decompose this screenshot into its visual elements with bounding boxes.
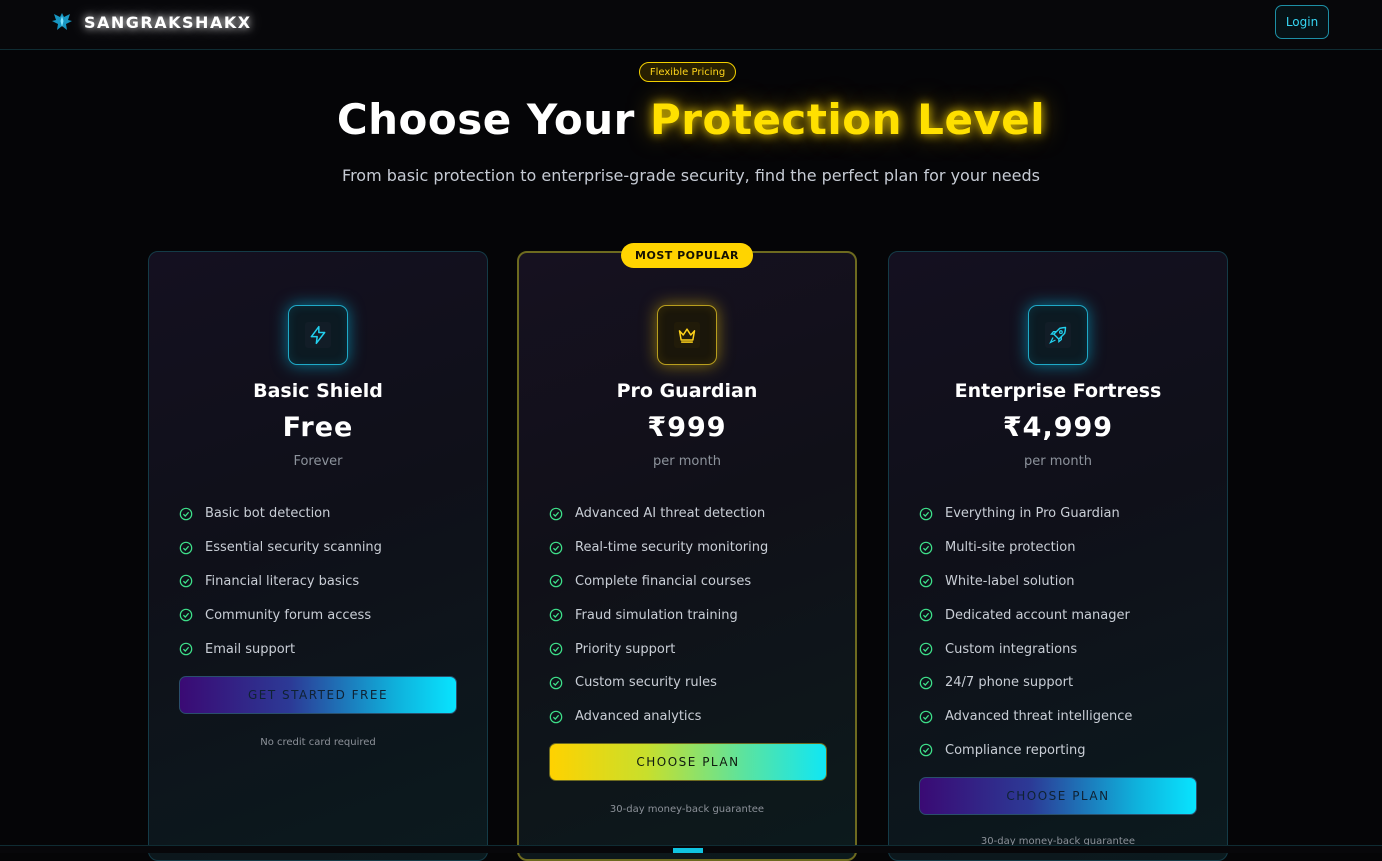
check-circle-icon <box>549 642 563 656</box>
plan-card-basic-shield: Basic Shield Free Forever Basic bot dete… <box>148 251 488 861</box>
lightning-icon <box>310 325 326 345</box>
plan-name: Pro Guardian <box>616 380 758 402</box>
plan-card-pro-guardian: MOST POPULAR Pro Guardian ₹999 per month… <box>517 243 857 861</box>
plan-period: per month <box>653 454 721 469</box>
plan-card-enterprise-fortress: Enterprise Fortress ₹4,999 per month Eve… <box>888 251 1228 861</box>
plan-price: ₹4,999 <box>1002 412 1114 443</box>
check-circle-icon <box>549 541 563 554</box>
plan-period: per month <box>1024 454 1092 469</box>
feature-item: Basic bot detection <box>179 497 467 531</box>
feature-text: Dedicated account manager <box>945 607 1130 623</box>
feature-item: Custom security rules <box>549 666 835 700</box>
feature-item: Essential security scanning <box>179 531 467 565</box>
plan-price: ₹999 <box>647 412 727 443</box>
choose-plan-enterprise-button[interactable]: CHOOSE PLAN <box>919 777 1197 815</box>
feature-text: Everything in Pro Guardian <box>945 506 1120 522</box>
page-title: Choose Your Protection Level <box>0 92 1382 148</box>
feature-item: Custom integrations <box>919 632 1207 666</box>
feature-item: Advanced threat intelligence <box>919 700 1207 734</box>
login-button[interactable]: Login <box>1275 5 1329 39</box>
check-circle-icon <box>549 676 563 690</box>
plan-name: Basic Shield <box>253 380 383 402</box>
check-circle-icon <box>549 710 563 723</box>
cta-note: 30-day money-back guarantee <box>609 804 765 815</box>
feature-text: Multi-site protection <box>945 540 1076 556</box>
get-started-free-button[interactable]: GET STARTED FREE <box>179 676 457 714</box>
feature-text: Email support <box>205 641 296 657</box>
plan-period: Forever <box>293 454 343 469</box>
feature-item: Compliance reporting <box>919 734 1207 768</box>
feature-text: Essential security scanning <box>205 540 382 556</box>
feature-list: Basic bot detection Essential security s… <box>179 497 467 666</box>
feature-text: Fraud simulation training <box>575 607 738 623</box>
feature-item: White-label solution <box>919 565 1207 599</box>
feature-list: Advanced AI threat detection Real-time s… <box>549 497 835 734</box>
check-circle-icon <box>919 744 933 757</box>
feature-text: Advanced AI threat detection <box>575 506 766 522</box>
feature-text: Financial literacy basics <box>205 573 360 589</box>
check-circle-icon <box>549 608 563 622</box>
feature-item: Fraud simulation training <box>549 598 835 632</box>
phoenix-logo-icon <box>52 13 72 30</box>
check-circle-icon <box>919 676 933 690</box>
check-circle-icon <box>179 642 193 656</box>
feature-text: Custom security rules <box>575 675 717 691</box>
check-circle-icon <box>919 608 933 622</box>
feature-item: Dedicated account manager <box>919 598 1207 632</box>
plan-icon-box <box>288 305 348 365</box>
plan-price: Free <box>282 412 354 443</box>
check-circle-icon <box>549 575 563 588</box>
top-navbar: SANGRAKSHAKX Login <box>0 0 1382 50</box>
plan-name: Enterprise Fortress <box>954 380 1162 402</box>
feature-item: Financial literacy basics <box>179 565 467 599</box>
check-circle-icon <box>919 507 933 521</box>
feature-item: 24/7 phone support <box>919 666 1207 700</box>
check-circle-icon <box>179 541 193 554</box>
feature-text: Compliance reporting <box>945 742 1086 758</box>
feature-item: Community forum access <box>179 598 467 632</box>
feature-item: Advanced analytics <box>549 700 835 734</box>
feature-text: Complete financial courses <box>575 573 752 589</box>
page-title-highlight: Protection Level <box>650 95 1046 144</box>
most-popular-badge: MOST POPULAR <box>621 243 753 268</box>
feature-item: Real-time security monitoring <box>549 531 835 565</box>
feature-text: Advanced threat intelligence <box>945 709 1133 725</box>
check-circle-icon <box>179 507 193 521</box>
feature-list: Everything in Pro Guardian Multi-site pr… <box>919 497 1207 767</box>
feature-text: Custom integrations <box>945 641 1078 657</box>
feature-item: Priority support <box>549 632 835 666</box>
check-circle-icon <box>179 608 193 622</box>
page-title-prefix: Choose Your <box>336 95 635 144</box>
check-circle-icon <box>919 575 933 588</box>
cta-note: No credit card required <box>260 737 376 748</box>
feature-text: Community forum access <box>205 607 372 623</box>
feature-text: 24/7 phone support <box>945 675 1074 691</box>
feature-item: Email support <box>179 632 467 666</box>
flexible-pricing-pill: Flexible Pricing <box>639 62 736 82</box>
rocket-icon <box>1049 326 1067 344</box>
brand[interactable]: SANGRAKSHAKX <box>50 10 252 34</box>
crown-icon <box>678 328 696 343</box>
check-circle-icon <box>919 642 933 656</box>
check-circle-icon <box>549 507 563 521</box>
check-circle-icon <box>179 575 193 588</box>
feature-text: White-label solution <box>945 573 1075 589</box>
feature-text: Priority support <box>575 641 676 657</box>
feature-text: Real-time security monitoring <box>575 540 769 556</box>
feature-item: Everything in Pro Guardian <box>919 497 1207 531</box>
feature-item: Complete financial courses <box>549 565 835 599</box>
feature-item: Multi-site protection <box>919 531 1207 565</box>
plan-icon-box <box>1028 305 1088 365</box>
check-circle-icon <box>919 710 933 723</box>
feature-text: Basic bot detection <box>205 506 331 522</box>
page-subtitle: From basic protection to enterprise-grad… <box>342 166 1040 185</box>
choose-plan-pro-button[interactable]: CHOOSE PLAN <box>549 743 827 781</box>
scroll-thumb[interactable] <box>673 848 703 853</box>
brand-name: SANGRAKSHAKX <box>84 12 252 32</box>
feature-text: Advanced analytics <box>575 709 702 725</box>
feature-item: Advanced AI threat detection <box>549 497 835 531</box>
check-circle-icon <box>919 541 933 554</box>
plan-icon-box <box>657 305 717 365</box>
